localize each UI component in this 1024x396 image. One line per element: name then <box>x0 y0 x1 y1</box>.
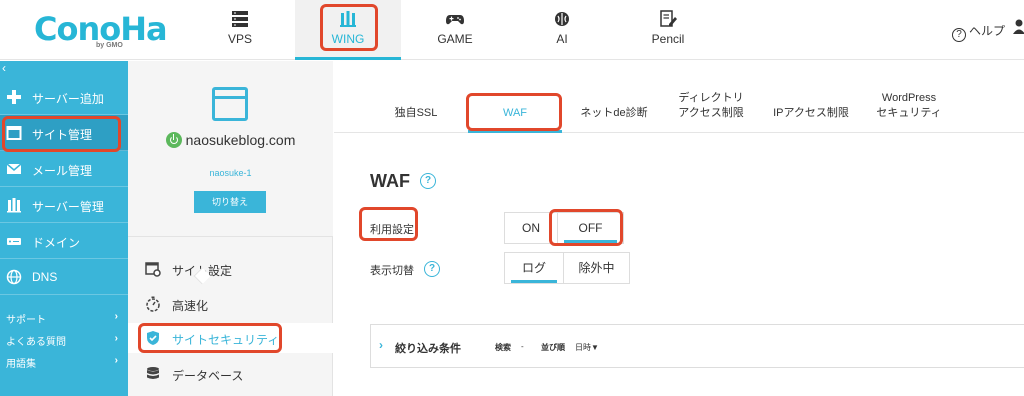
display-log-option[interactable]: ログ <box>505 253 563 283</box>
power-status-icon <box>165 132 182 148</box>
gamepad-icon <box>446 15 464 25</box>
main-sidebar: ‹ サーバー追加 サイト管理 メール管理 サーバー管理 ドメイン DNS サポー… <box>0 61 128 396</box>
sidebar-link-glossary[interactable]: 用語集 › <box>6 355 124 370</box>
annotation-highlight-usage-setting <box>359 207 418 241</box>
sidebar-item-label: ドメイン <box>32 236 81 250</box>
sidebar-item-mail-management[interactable]: メール管理 <box>0 151 128 187</box>
chevron-right-icon: › <box>114 333 118 344</box>
site-menu-item-speedup[interactable]: 高速化 <box>128 289 333 319</box>
site-window-icon <box>212 87 248 121</box>
sidebar-item-label: DNS <box>32 270 58 284</box>
filter-search-value: - <box>521 342 524 351</box>
site-menu-item-database[interactable]: データベース <box>128 359 333 389</box>
database-icon <box>147 367 159 379</box>
switch-site-button[interactable]: 切り替え <box>194 191 266 213</box>
user-avatar-icon[interactable] <box>1012 18 1024 34</box>
page-title: WAF <box>370 171 410 191</box>
top-header: ConoHa by GMO VPS WING GAME AI Pencil ? … <box>0 0 1024 60</box>
sidebar-item-label: サーバー管理 <box>32 200 104 214</box>
service-label: AI <box>556 32 568 46</box>
sidebar-link-label: サポート <box>6 315 46 326</box>
collapse-sidebar-button[interactable]: ‹ <box>2 61 130 77</box>
site-menu-label: 高速化 <box>172 299 209 313</box>
sidebar-item-domain[interactable]: ドメイン <box>0 223 128 259</box>
filter-conditions-panel[interactable]: › 絞り込み条件 検索 - 並び順 日時▼ <box>370 324 1024 368</box>
site-summary: naosukeblog.com naosuke-1 切り替え <box>128 61 333 237</box>
tab-directory-access[interactable]: ディレクトリ アクセス制限 <box>666 61 756 133</box>
display-switch-label: 表示切替 <box>370 265 414 277</box>
conoha-logo[interactable]: ConoHa by GMO <box>34 8 168 52</box>
service-label: VPS <box>227 32 252 46</box>
site-account: naosuke-1 <box>209 168 252 178</box>
globe-icon <box>6 269 22 285</box>
help-label: ヘルプ <box>969 24 1006 38</box>
tab-label-line2: アクセス制限 <box>678 107 744 119</box>
logo-sub: by GMO <box>96 42 123 49</box>
tab-ssl[interactable]: 独自SSL <box>384 61 448 133</box>
waf-help-icon[interactable]: ? <box>420 173 436 189</box>
brain-icon <box>555 12 569 26</box>
sidebar-link-label: 用語集 <box>6 359 36 370</box>
help-circle-icon: ? <box>952 28 966 42</box>
sidebar-link-support[interactable]: サポート › <box>6 311 124 326</box>
security-tabs: 独自SSL WAF ネットde診断 ディレクトリ アクセス制限 IPアクセス制限… <box>334 61 1024 133</box>
tab-wordpress-security[interactable]: WordPress セキュリティ <box>864 61 954 133</box>
plus-icon <box>7 90 21 104</box>
display-toggle: ログ 除外中 <box>504 252 630 284</box>
sidebar-item-server-management[interactable]: サーバー管理 <box>0 187 128 223</box>
filter-sort-value[interactable]: 日時▼ <box>575 342 599 353</box>
filter-title: 絞り込み条件 <box>395 343 461 355</box>
chevron-right-icon: › <box>114 355 118 366</box>
site-domain-row: naosukeblog.com <box>128 132 333 148</box>
sidebar-item-add-server[interactable]: サーバー追加 <box>0 79 128 115</box>
sidebar-link-label: よくある質問 <box>6 337 66 348</box>
chevron-right-icon: › <box>379 338 383 352</box>
tab-label-line2: セキュリティ <box>876 107 942 119</box>
filter-search-label: 検索 <box>495 343 511 352</box>
site-menu-label: データベース <box>172 369 244 383</box>
service-tab-pencil[interactable]: Pencil <box>638 0 698 60</box>
annotation-highlight-off-option <box>549 209 623 246</box>
tab-label-line2: ネットde診断 <box>580 107 648 119</box>
main-content: 独自SSL WAF ネットde診断 ディレクトリ アクセス制限 IPアクセス制限… <box>334 61 1024 396</box>
sidebar-item-label: サーバー追加 <box>32 92 104 106</box>
sidebar-link-faq[interactable]: よくある質問 › <box>6 333 124 348</box>
chevron-right-icon: › <box>114 311 118 322</box>
annotation-highlight-site-management <box>2 116 121 152</box>
domain-icon <box>7 238 21 245</box>
site-domain: naosukeblog.com <box>185 132 296 148</box>
annotation-highlight-waf-tab <box>466 93 562 131</box>
annotation-highlight-site-security <box>138 323 282 353</box>
server-manage-icon <box>7 198 21 213</box>
filter-sort-label: 並び順 <box>541 343 565 352</box>
stopwatch-icon <box>146 296 160 312</box>
site-menu-item-site-settings[interactable]: サイト設定 <box>128 254 333 284</box>
annotation-highlight-wing <box>320 4 378 51</box>
service-label: Pencil <box>651 32 685 46</box>
tab-label-line2: 独自SSL <box>394 107 438 119</box>
display-help-icon[interactable]: ? <box>424 261 440 277</box>
service-label: GAME <box>437 32 473 46</box>
service-tab-ai[interactable]: AI <box>532 0 592 60</box>
tab-label-line2: IPアクセス制限 <box>773 107 849 119</box>
sidebar-item-dns[interactable]: DNS <box>0 259 128 295</box>
sidebar-item-label: メール管理 <box>32 164 93 178</box>
tab-ip-access[interactable]: IPアクセス制限 <box>766 61 856 133</box>
pencil-icon <box>660 10 677 27</box>
server-icon <box>232 11 248 27</box>
tab-label-line1: ディレクトリ <box>678 92 744 104</box>
service-tab-vps[interactable]: VPS <box>210 0 270 60</box>
mail-icon <box>6 163 22 174</box>
tab-net-diagnosis[interactable]: ネットde診断 <box>574 61 654 133</box>
help-link[interactable]: ? ヘルプ <box>952 22 1005 42</box>
service-tab-game[interactable]: GAME <box>425 0 485 60</box>
display-excluded-option[interactable]: 除外中 <box>564 253 629 283</box>
site-settings-icon <box>145 262 161 277</box>
tab-label-line1: WordPress <box>881 92 937 104</box>
